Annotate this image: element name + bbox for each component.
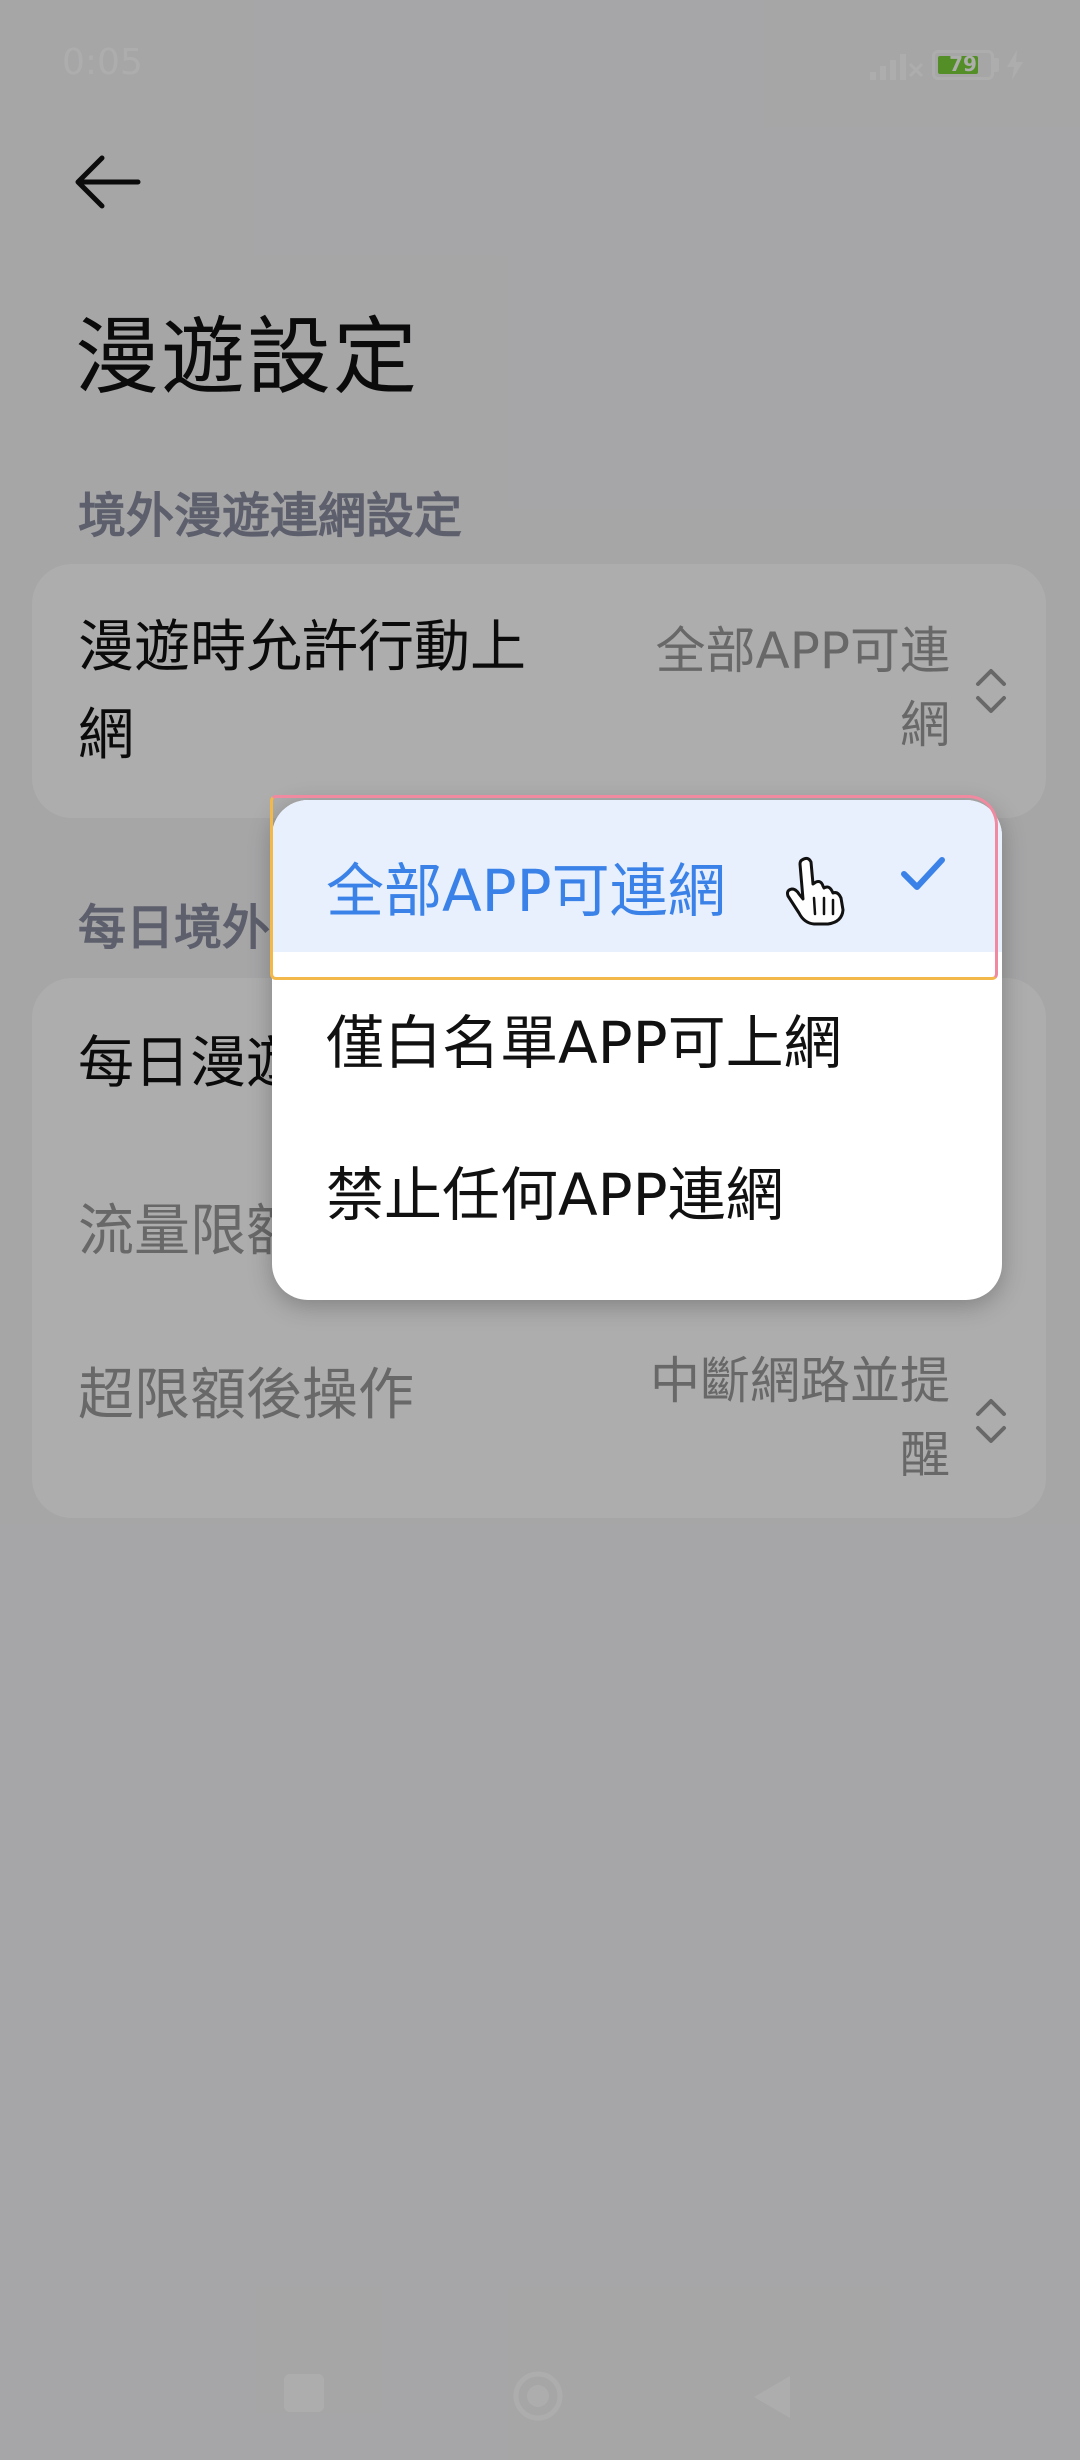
dropdown-menu: 全部APP可連網 僅白名單APP可上網 禁止任何APP連網 xyxy=(272,800,1002,1300)
menu-item-label: 僅白名單APP可上網 xyxy=(326,1009,842,1077)
menu-item-label: 禁止任何APP連網 xyxy=(326,1161,784,1229)
menu-item-all-apps[interactable]: 全部APP可連網 xyxy=(272,800,1002,952)
menu-item-whitelist[interactable]: 僅白名單APP可上網 xyxy=(272,952,1002,1104)
menu-item-block-all[interactable]: 禁止任何APP連網 xyxy=(272,1104,1002,1256)
hand-pointer-icon xyxy=(786,856,845,926)
check-icon xyxy=(901,857,945,890)
menu-item-label: 全部APP可連網 xyxy=(326,857,726,925)
